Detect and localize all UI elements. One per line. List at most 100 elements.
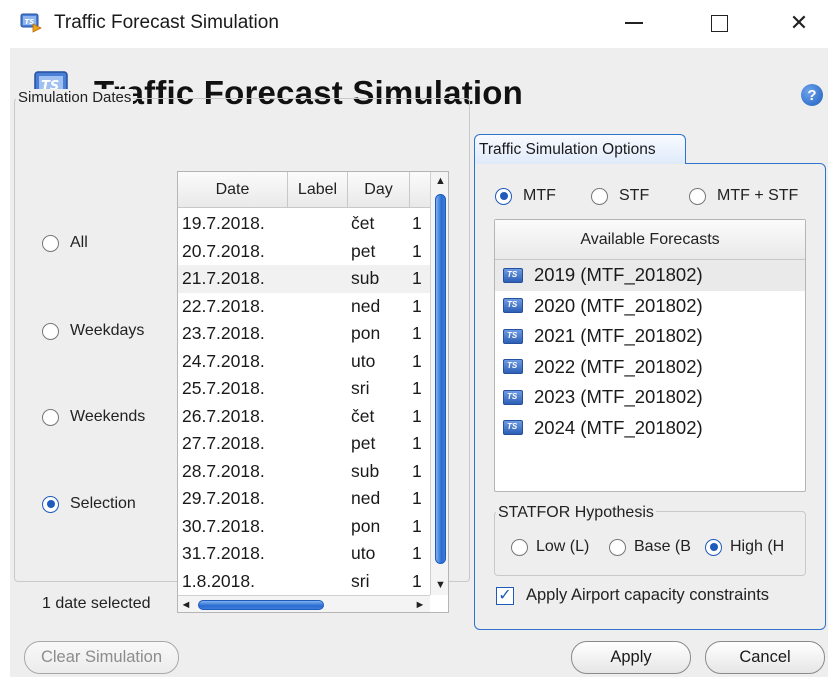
radio-weekdays[interactable]: Weekdays bbox=[42, 322, 144, 340]
radio-mtf[interactable]: MTF bbox=[495, 187, 556, 205]
extra-cell: 1 bbox=[412, 240, 422, 261]
maximize-button[interactable] bbox=[696, 6, 742, 40]
table-row[interactable]: 19.7.2018. čet 1 bbox=[178, 210, 430, 238]
scroll-down-arrow[interactable]: ▼ bbox=[431, 576, 448, 594]
vertical-scrollbar[interactable]: ▲ ▼ bbox=[430, 172, 448, 595]
window-title: Traffic Forecast Simulation bbox=[54, 12, 279, 33]
table-row[interactable]: 23.7.2018. pon 1 bbox=[178, 320, 430, 348]
extra-cell: 1 bbox=[412, 323, 422, 344]
radio-statfor-base-indicator[interactable] bbox=[609, 538, 626, 556]
list-item[interactable]: 2024 (MTF_201802) bbox=[495, 413, 805, 444]
forecast-icon bbox=[503, 389, 523, 405]
radio-statfor-high[interactable]: High (H bbox=[705, 538, 784, 556]
horizontal-scrollbar[interactable]: ◄ ► bbox=[178, 595, 430, 612]
list-item[interactable]: 2022 (MTF_201802) bbox=[495, 352, 805, 383]
radio-statfor-high-indicator[interactable] bbox=[705, 538, 722, 556]
dates-table-header: Date Label Day bbox=[178, 172, 430, 208]
table-row[interactable]: 25.7.2018. sri 1 bbox=[178, 375, 430, 403]
radio-stf-label: STF bbox=[619, 187, 650, 204]
radio-mtf-stf[interactable]: MTF + STF bbox=[689, 187, 798, 205]
radio-statfor-base[interactable]: Base (B bbox=[609, 538, 691, 556]
radio-all-indicator[interactable] bbox=[42, 234, 59, 252]
table-row[interactable]: 28.7.2018. sub 1 bbox=[178, 458, 430, 486]
day-cell: pet bbox=[351, 433, 376, 454]
extra-cell: 1 bbox=[412, 268, 422, 289]
table-row[interactable]: 21.7.2018. sub 1 bbox=[178, 265, 430, 293]
forecast-icon bbox=[503, 267, 523, 283]
date-cell: 20.7.2018. bbox=[182, 240, 265, 261]
date-cell: 24.7.2018. bbox=[182, 350, 265, 371]
list-item[interactable]: 2019 (MTF_201802) bbox=[495, 260, 805, 291]
vertical-scroll-thumb[interactable] bbox=[435, 194, 446, 564]
radio-mtf-stf-label: MTF + STF bbox=[717, 187, 799, 204]
dates-table[interactable]: Date Label Day 19.7.2018. čet 1 20.7.2018. p… bbox=[177, 171, 449, 613]
day-cell: pon bbox=[351, 515, 381, 536]
list-item[interactable]: 2020 (MTF_201802) bbox=[495, 291, 805, 322]
extra-cell: 1 bbox=[412, 570, 422, 591]
table-row[interactable]: 27.7.2018. pet 1 bbox=[178, 430, 430, 458]
forecast-label: 2023 (MTF_201802) bbox=[534, 386, 703, 408]
table-row[interactable]: 20.7.2018. pet 1 bbox=[178, 238, 430, 266]
forecast-icon bbox=[503, 328, 523, 344]
minimize-button[interactable] bbox=[611, 6, 657, 40]
radio-statfor-low-indicator[interactable] bbox=[511, 538, 528, 556]
statfor-hypothesis-legend: STATFOR Hypothesis bbox=[496, 504, 656, 522]
day-cell: čet bbox=[351, 213, 375, 234]
list-item[interactable]: 2021 (MTF_201802) bbox=[495, 321, 805, 352]
available-forecasts-list[interactable]: Available Forecasts 2019 (MTF_201802) 202… bbox=[494, 219, 806, 492]
scroll-up-arrow[interactable]: ▲ bbox=[431, 172, 448, 190]
cancel-button[interactable]: Cancel bbox=[705, 641, 825, 674]
radio-stf[interactable]: STF bbox=[591, 187, 649, 205]
list-item[interactable]: 2023 (MTF_201802) bbox=[495, 382, 805, 413]
forecast-icon bbox=[503, 298, 523, 314]
day-cell: sub bbox=[351, 460, 380, 481]
extra-cell: 1 bbox=[412, 460, 422, 481]
column-header-extra[interactable] bbox=[410, 172, 430, 208]
airport-capacity-constraints[interactable]: ✓ Apply Airport capacity constraints bbox=[496, 586, 769, 605]
forecast-icon bbox=[503, 420, 523, 436]
radio-weekends-indicator[interactable] bbox=[42, 408, 59, 426]
forecast-label: 2021 (MTF_201802) bbox=[534, 325, 703, 347]
table-row[interactable]: 24.7.2018. uto 1 bbox=[178, 348, 430, 376]
help-icon[interactable]: ? bbox=[801, 84, 823, 106]
table-row[interactable]: 26.7.2018. čet 1 bbox=[178, 403, 430, 431]
forecast-label: 2022 (MTF_201802) bbox=[534, 355, 703, 377]
column-header-date[interactable]: Date bbox=[178, 172, 288, 208]
table-row[interactable]: 31.7.2018. uto 1 bbox=[178, 540, 430, 568]
extra-cell: 1 bbox=[412, 405, 422, 426]
day-cell: uto bbox=[351, 350, 376, 371]
scroll-left-arrow[interactable]: ◄ bbox=[178, 596, 194, 612]
day-cell: ned bbox=[351, 295, 381, 316]
radio-stf-indicator[interactable] bbox=[591, 187, 608, 205]
horizontal-scroll-thumb[interactable] bbox=[198, 600, 324, 610]
radio-weekdays-indicator[interactable] bbox=[42, 322, 59, 340]
radio-mtf-indicator[interactable] bbox=[495, 187, 512, 205]
date-cell: 28.7.2018. bbox=[182, 460, 265, 481]
extra-cell: 1 bbox=[412, 488, 422, 509]
extra-cell: 1 bbox=[412, 350, 422, 371]
radio-selection-indicator[interactable] bbox=[42, 495, 59, 513]
radio-statfor-low[interactable]: Low (L) bbox=[511, 538, 589, 556]
extra-cell: 1 bbox=[412, 213, 422, 234]
radio-weekends[interactable]: Weekends bbox=[42, 408, 145, 426]
date-cell: 19.7.2018. bbox=[182, 213, 265, 234]
column-header-day[interactable]: Day bbox=[348, 172, 410, 208]
radio-all-label: All bbox=[70, 234, 88, 251]
radio-all[interactable]: All bbox=[42, 234, 88, 252]
clear-simulation-button[interactable]: Clear Simulation bbox=[24, 641, 179, 674]
radio-selection[interactable]: Selection bbox=[42, 495, 136, 513]
airport-capacity-checkbox[interactable]: ✓ bbox=[496, 586, 514, 605]
extra-cell: 1 bbox=[412, 515, 422, 536]
table-row[interactable]: 30.7.2018. pon 1 bbox=[178, 513, 430, 541]
scroll-right-arrow[interactable]: ► bbox=[412, 596, 428, 612]
table-row[interactable]: 1.8.2018. sri 1 bbox=[178, 568, 430, 596]
radio-mtf-stf-indicator[interactable] bbox=[689, 187, 706, 205]
table-row[interactable]: 29.7.2018. ned 1 bbox=[178, 485, 430, 513]
extra-cell: 1 bbox=[412, 378, 422, 399]
radio-weekends-label: Weekends bbox=[70, 408, 146, 425]
column-header-label[interactable]: Label bbox=[288, 172, 348, 208]
close-button[interactable]: ✕ bbox=[776, 6, 822, 40]
apply-button[interactable]: Apply bbox=[571, 641, 691, 674]
table-row[interactable]: 22.7.2018. ned 1 bbox=[178, 293, 430, 321]
tab-traffic-simulation-options[interactable]: Traffic Simulation Options bbox=[474, 134, 686, 164]
